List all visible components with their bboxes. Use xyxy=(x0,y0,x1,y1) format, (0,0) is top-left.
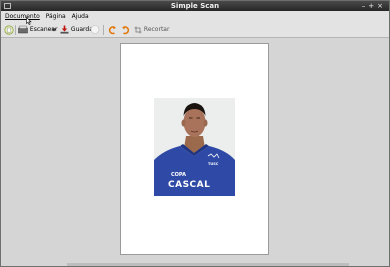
shirt-text-tusc: TUSC xyxy=(208,162,219,166)
toolbar-separator xyxy=(103,25,104,35)
menu-bar: Documento Página Ajuda xyxy=(1,11,389,22)
scanned-page[interactable]: COPA CASCAL TUSC xyxy=(120,43,269,255)
window-title: Simple Scan xyxy=(170,2,220,10)
menu-documento[interactable]: Documento xyxy=(5,11,40,22)
email-button[interactable] xyxy=(90,25,100,35)
horizontal-scrollbar[interactable] xyxy=(67,263,349,266)
toolbar: Escanear Guardar Recortar xyxy=(1,22,389,38)
new-document-icon xyxy=(4,25,14,35)
crop-icon xyxy=(134,26,142,33)
close-icon[interactable]: × xyxy=(377,2,386,10)
app-window: Simple Scan –+× Documento Página Ajuda E… xyxy=(0,0,390,267)
maximize-icon[interactable]: + xyxy=(368,2,377,10)
scan-preview-area: COPA CASCAL TUSC xyxy=(1,38,389,266)
shirt-text-copa: COPA xyxy=(171,172,186,178)
menu-ajuda[interactable]: Ajuda xyxy=(72,11,89,22)
title-bar: Simple Scan –+× xyxy=(1,1,389,11)
crop-button[interactable]: Recortar xyxy=(134,25,169,35)
rotate-right-button[interactable] xyxy=(121,25,130,35)
rotate-right-icon xyxy=(122,26,130,35)
menu-pagina[interactable]: Página xyxy=(46,11,66,22)
rotate-left-icon xyxy=(108,26,116,35)
scan-options-dropdown[interactable] xyxy=(51,25,57,35)
save-icon xyxy=(60,25,69,34)
rotate-left-button[interactable] xyxy=(108,25,117,35)
mouse-cursor-icon xyxy=(26,17,32,25)
window-controls: –+× xyxy=(362,1,386,11)
email-icon xyxy=(90,25,100,34)
crop-label: Recortar xyxy=(143,26,170,33)
shirt-text-cascal: CASCAL xyxy=(168,180,211,190)
scanner-icon xyxy=(18,25,28,34)
new-document-button[interactable] xyxy=(4,25,14,35)
scanned-photo: COPA CASCAL TUSC xyxy=(154,98,235,196)
chevron-down-icon xyxy=(51,28,57,31)
toolbar-separator xyxy=(15,25,16,35)
